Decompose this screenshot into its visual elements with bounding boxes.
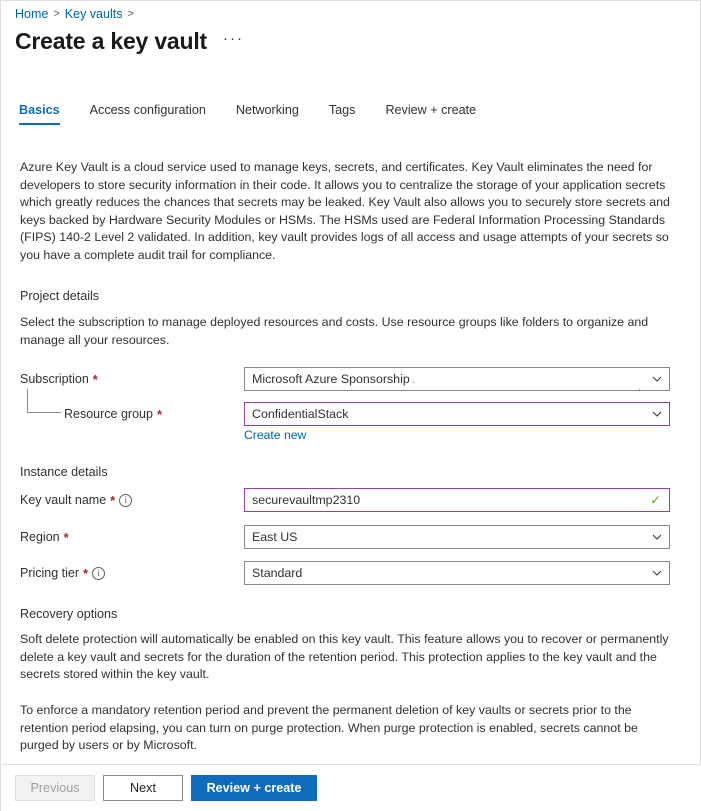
required-marker: * [157,408,162,421]
required-marker: * [93,373,98,386]
subscription-trailing-dot: . [638,381,641,391]
pricing-tier-value: Standard [252,566,302,580]
resource-group-dropdown[interactable]: ConfidentialStack [244,402,670,426]
required-marker: * [64,531,69,544]
region-dropdown[interactable]: East US [244,525,670,549]
subscription-label: Subscription * [20,372,244,386]
key-vault-name-input[interactable]: securevaultmp2310 ✓ [244,488,670,512]
pricing-tier-dropdown[interactable]: Standard [244,561,670,585]
required-marker: * [83,567,88,580]
breadcrumb-item-home[interactable]: Home [15,7,48,21]
chevron-down-icon [652,409,662,419]
create-new-resource-group-link[interactable]: Create new [244,428,306,442]
field-row-region: Region * East US [20,525,673,549]
tab-review-create[interactable]: Review + create [370,103,491,125]
chevron-down-icon [652,374,662,384]
previous-button[interactable]: Previous [15,775,95,801]
breadcrumb-item-key-vaults[interactable]: Key vaults [65,7,123,21]
field-row-key-vault-name: Key vault name * i securevaultmp2310 ✓ [20,488,673,512]
subscription-value: Microsoft Azure Sponsorship [252,372,410,386]
recovery-options-paragraph-2: To enforce a mandatory retention period … [20,702,673,755]
key-vault-name-label: Key vault name * i [20,493,244,507]
subscription-value-tail: . [412,372,415,386]
subscription-dropdown[interactable]: Microsoft Azure Sponsorship . . [244,367,670,391]
field-row-resource-group: Resource group * ConfidentialStack [20,402,673,426]
more-actions-icon[interactable]: ··· [223,30,244,53]
next-button[interactable]: Next [103,775,183,801]
field-row-subscription: Subscription * Microsoft Azure Sponsorsh… [20,367,673,391]
tab-networking[interactable]: Networking [221,103,314,125]
recovery-options-paragraph-1: Soft delete protection will automaticall… [20,631,673,684]
valid-check-icon: ✓ [650,494,661,507]
section-heading-project-details: Project details [20,289,99,303]
key-vault-name-value: securevaultmp2310 [252,493,360,507]
tab-bar: Basics Access configuration Networking T… [15,103,491,125]
chevron-down-icon [652,532,662,542]
section-heading-recovery-options: Recovery options [20,607,117,621]
required-marker: * [110,494,115,507]
page-title: Create a key vault [15,28,207,56]
breadcrumb: Home > Key vaults > [15,7,134,21]
info-icon[interactable]: i [119,494,132,507]
page-title-row: Create a key vault ··· [15,28,244,56]
tab-access-configuration[interactable]: Access configuration [75,103,221,125]
tab-basics[interactable]: Basics [15,103,75,125]
info-icon[interactable]: i [92,567,105,580]
field-row-pricing-tier: Pricing tier * i Standard [20,561,673,585]
project-details-description: Select the subscription to manage deploy… [20,314,673,349]
review-create-button[interactable]: Review + create [191,775,317,801]
intro-paragraph: Azure Key Vault is a cloud service used … [20,159,673,265]
resource-group-label: Resource group * [20,407,244,421]
footer-action-bar: Previous Next Review + create [1,765,701,811]
chevron-down-icon [652,568,662,578]
pricing-tier-label: Pricing tier * i [20,566,244,580]
resource-group-value: ConfidentialStack [252,407,348,421]
create-key-vault-page: Home > Key vaults > Create a key vault ·… [0,0,701,811]
region-value: East US [252,530,297,544]
tab-tags[interactable]: Tags [314,103,371,125]
breadcrumb-separator-icon: > [53,8,59,20]
breadcrumb-separator-icon-2: > [127,8,133,20]
region-label: Region * [20,530,244,544]
section-heading-instance-details: Instance details [20,465,108,479]
